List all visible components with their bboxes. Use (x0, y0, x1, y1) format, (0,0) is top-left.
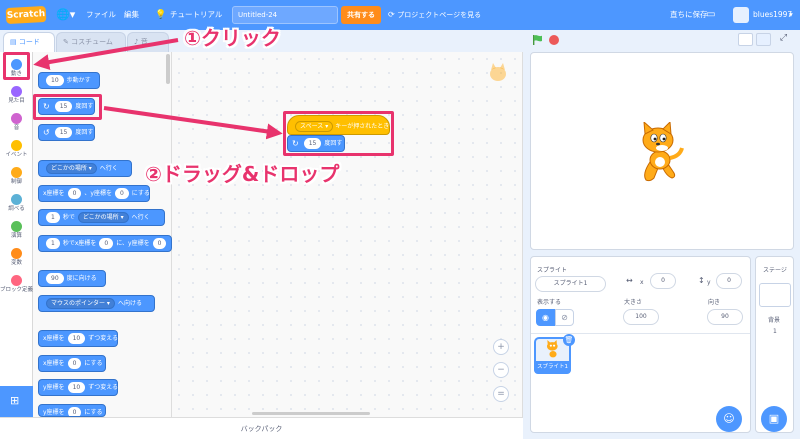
annotation-click: ①クリック (184, 26, 281, 50)
annotation-drag: ②ドラッグ&ドロップ (145, 162, 340, 186)
annotation-arrows (33, 38, 283, 140)
